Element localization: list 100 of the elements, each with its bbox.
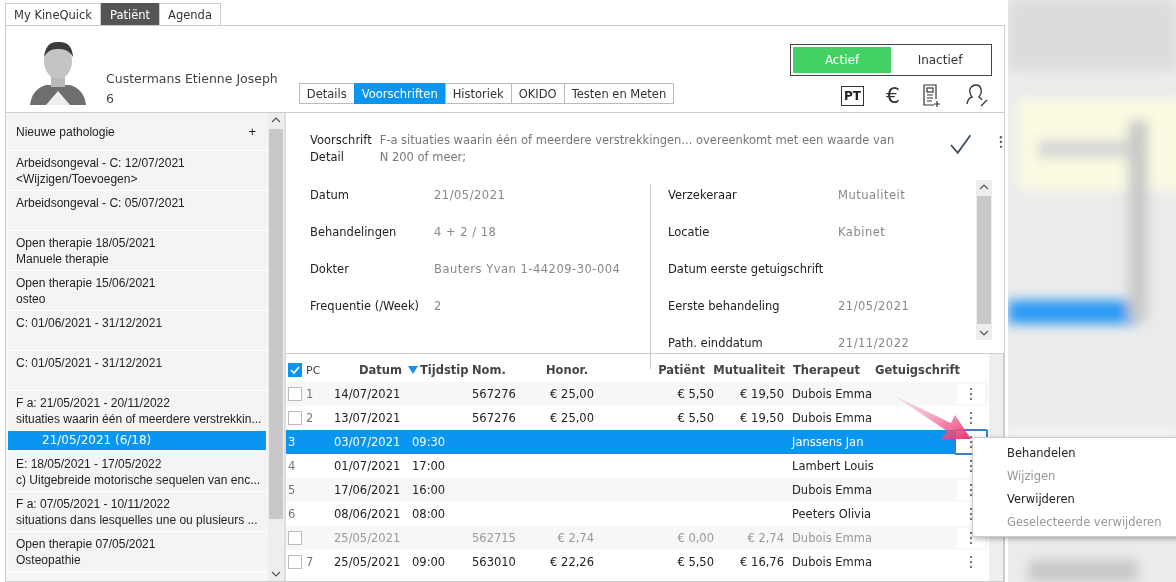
table-cell: € 19,50 <box>740 387 784 401</box>
field-label: Eerste behandeling <box>668 299 781 313</box>
table-cell: Peeters Olivia <box>792 507 872 521</box>
more-icon[interactable] <box>969 459 973 473</box>
table-cell: € 5,50 <box>677 411 714 425</box>
table-cell: € 2,74 <box>557 531 594 545</box>
table-cell: € 5,50 <box>677 387 714 401</box>
table-cell: 5 <box>288 483 296 497</box>
table-cell: 562715 <box>472 531 516 545</box>
column-header[interactable]: Patiënt <box>658 363 705 377</box>
table-row[interactable]: 2 13/07/2021 567276 € 25,00 € 5,50 € 19,50 Dubois Emma <box>286 406 988 430</box>
user-edit-icon[interactable] <box>964 84 990 108</box>
field-value: 21/05/2021 <box>434 188 506 202</box>
table-cell: 08:00 <box>412 507 446 521</box>
pt-icon[interactable]: PT <box>841 86 864 106</box>
table-cell: 17:00 <box>412 459 446 473</box>
table-cell: 25/05/2021 <box>334 531 401 545</box>
field-value: Bauters Yvan 1-44209-30-004 <box>434 262 621 276</box>
column-header[interactable]: Mutualiteit <box>713 363 785 377</box>
field-value: 4 + 2 / 18 <box>434 225 497 239</box>
row-menu-button[interactable] <box>957 384 985 404</box>
table-cell: € 25,00 <box>550 387 594 401</box>
more-icon[interactable] <box>969 387 973 401</box>
row-checkbox[interactable] <box>288 411 302 425</box>
column-header[interactable]: Nom. <box>472 363 506 377</box>
table-cell: 25/05/2021 <box>334 555 401 569</box>
table-cell: 09:00 <box>412 555 446 569</box>
table-cell: Dubois Emma <box>792 411 873 425</box>
table-row[interactable]: 1 14/07/2021 567276 € 25,00 € 5,50 € 19,50 Dubois Emma <box>286 382 988 406</box>
column-header[interactable]: Honor. <box>546 363 588 377</box>
top-tab[interactable]: Agenda <box>159 3 221 25</box>
table-cell: 3 <box>288 435 296 449</box>
scrollbar[interactable] <box>268 113 284 581</box>
field-label: Datum eerste getuigschrift <box>668 262 825 276</box>
patient-number: 6 <box>106 91 115 106</box>
field-label: Path. einddatum <box>668 336 764 350</box>
table-cell: € 5,50 <box>677 555 714 569</box>
column-header[interactable]: Getuigschrift <box>875 363 961 377</box>
table-cell: 03/07/2021 <box>334 435 401 449</box>
table-cell: Lambert Louis <box>792 459 874 473</box>
table-cell: € 0,00 <box>677 531 714 545</box>
table-cell: € 16,76 <box>740 555 784 569</box>
more-icon[interactable] <box>969 411 973 425</box>
column-header[interactable]: Datum <box>359 363 402 377</box>
column-header[interactable]: Therapeut <box>793 363 860 377</box>
table-cell: € 22,26 <box>550 555 594 569</box>
sort-arrow-icon[interactable] <box>408 365 418 375</box>
field-label: Frequentie (/Week) <box>310 299 421 313</box>
field-value: 2 <box>434 299 442 313</box>
check-icon[interactable] <box>948 133 973 155</box>
column-header[interactable]: PC <box>306 363 321 377</box>
row-checkbox[interactable] <box>288 555 302 569</box>
table-cell: 16:00 <box>412 483 446 497</box>
select-all-checkbox[interactable] <box>288 363 302 377</box>
table-row[interactable]: 7 25/05/2021 09:00 563010 € 22,26 € 5,50 € 16,76 Dubois Emma <box>286 550 988 574</box>
prescription-text: F-a situaties waarin één of meerdere verstrekkingen... overeenkomt met een waarde van <box>379 133 896 147</box>
add-button[interactable]: + <box>248 124 256 139</box>
column-header[interactable]: Tijdstip <box>420 363 469 377</box>
document-add-icon[interactable] <box>922 84 942 108</box>
row-checkbox[interactable] <box>288 387 302 401</box>
more-icon[interactable] <box>969 483 973 497</box>
table-cell: 4 <box>288 459 296 473</box>
more-icon[interactable] <box>969 507 973 521</box>
table-cell: Dubois Emma <box>792 387 873 401</box>
table-cell: 08/06/2021 <box>334 507 401 521</box>
table-cell: Dubois Emma <box>792 483 873 497</box>
table-cell: 2 <box>306 411 314 425</box>
field-label: Behandelingen <box>310 225 398 239</box>
table-cell: 13/07/2021 <box>334 411 401 425</box>
table-cell: 6 <box>288 507 296 521</box>
table-cell: 7 <box>306 555 314 569</box>
table-cell: Dubois Emma <box>792 531 873 545</box>
table-cell: 14/07/2021 <box>334 387 401 401</box>
field-label: Detail <box>310 150 345 164</box>
table-cell: 1 <box>306 387 314 401</box>
field-value: Kabinet <box>838 225 886 239</box>
section-tab[interactable]: Testen en Meten <box>563 83 675 104</box>
field-label: Voorschrift <box>310 133 372 147</box>
field-value: 21/05/2021 <box>838 299 910 313</box>
field-value: 21/11/2022 <box>838 336 910 350</box>
field-label: Datum <box>310 188 350 202</box>
table-cell: € 2,74 <box>747 531 784 545</box>
more-icon[interactable] <box>969 435 973 449</box>
scrollbar[interactable] <box>976 180 992 340</box>
field-value: Mutualiteit <box>838 188 906 202</box>
more-icon[interactable] <box>998 135 1004 149</box>
top-tab[interactable]: Patiënt <box>101 3 160 25</box>
table-cell: 567276 <box>472 387 516 401</box>
more-icon[interactable] <box>969 555 973 569</box>
section-tab[interactable]: Historiek <box>444 83 512 104</box>
detail-text: N 200 of meer; <box>379 150 468 164</box>
status-option[interactable]: Inactief <box>891 47 989 73</box>
patient-name: Custermans Etienne Joseph <box>106 71 278 86</box>
table-cell: € 19,50 <box>740 411 784 425</box>
table-cell: 563010 <box>472 555 516 569</box>
table-cell: 17/06/2021 <box>334 483 401 497</box>
status-toggle[interactable]: Actief Inactief <box>790 44 992 76</box>
section-tab[interactable]: Details <box>298 83 355 104</box>
field-label: Verzekeraar <box>668 188 738 202</box>
section-tab[interactable]: OKIDO <box>510 83 565 104</box>
